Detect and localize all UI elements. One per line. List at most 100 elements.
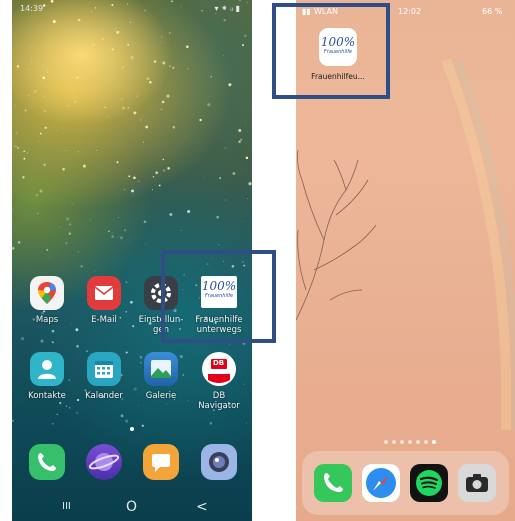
sparkle	[141, 424, 144, 427]
sparkle	[226, 243, 228, 245]
sparkle	[15, 132, 18, 135]
recent-apps-button[interactable]: III	[62, 501, 71, 512]
sparkle	[149, 81, 152, 84]
dock-messages[interactable]	[134, 444, 188, 480]
sparkle	[169, 213, 173, 216]
sparkle	[43, 109, 47, 113]
sparkle	[133, 176, 136, 180]
sparkle	[76, 344, 79, 348]
app-gallery[interactable]: Galerie	[134, 352, 188, 401]
sparkle	[121, 98, 123, 100]
sparkle	[68, 232, 71, 235]
app-email[interactable]: E-Mail	[77, 276, 131, 325]
sparkle	[97, 107, 100, 109]
page-indicator-dot	[416, 440, 420, 444]
sparkle	[140, 119, 142, 121]
gallery-icon	[144, 352, 178, 386]
sparkle	[160, 42, 162, 44]
sparkle	[143, 220, 147, 223]
sparkle	[111, 235, 114, 238]
sparkle	[244, 34, 247, 38]
sparkle	[17, 241, 21, 244]
phone-icon[interactable]	[314, 464, 352, 502]
sparkle	[123, 229, 127, 232]
sparkle	[160, 60, 162, 62]
sparkle	[142, 141, 144, 143]
sparkle	[138, 405, 140, 406]
sparkle	[117, 235, 119, 237]
app-label: Kontakte	[28, 391, 66, 401]
back-button[interactable]: <	[196, 499, 208, 515]
maps-icon	[30, 276, 64, 310]
sparkle	[65, 217, 70, 221]
page-indicator-dot	[400, 440, 404, 444]
sparkle	[120, 414, 124, 418]
app-maps[interactable]: Maps	[20, 276, 74, 325]
sparkle	[28, 68, 30, 70]
sparkle	[131, 189, 134, 193]
sparkle	[145, 243, 146, 245]
sparkle	[245, 75, 247, 77]
status-time: 12:02	[398, 7, 422, 16]
highlight-box-android	[161, 250, 276, 343]
sparkle	[129, 240, 131, 242]
sparkle	[69, 407, 71, 409]
sparkle	[223, 19, 226, 22]
page-indicator-dot	[392, 440, 396, 444]
sparkle	[102, 37, 105, 40]
sparkle	[52, 422, 54, 425]
sparkle	[16, 146, 19, 150]
safari-icon[interactable]	[362, 464, 400, 502]
sparkle	[59, 226, 61, 228]
sparkle	[108, 95, 111, 97]
sparkle	[76, 412, 79, 414]
sparkle	[67, 105, 70, 107]
sparkle	[43, 163, 46, 167]
dock-camera[interactable]	[192, 444, 246, 480]
camera-icon[interactable]	[458, 464, 496, 502]
sparkle	[106, 115, 109, 118]
sparkle	[228, 83, 232, 87]
sparkle	[161, 100, 165, 104]
sparkle	[40, 339, 44, 343]
status-icons: ▾ ⁕ ᵢₗ ▮	[214, 4, 240, 13]
sparkle	[129, 21, 132, 24]
app-contacts[interactable]: Kontakte	[20, 352, 74, 401]
sparkle	[75, 328, 79, 332]
sparkle	[13, 145, 17, 148]
sparkle	[44, 126, 47, 129]
sparkle	[31, 61, 33, 63]
sparkle	[56, 130, 58, 132]
sparkle	[157, 164, 159, 166]
sparkle	[238, 129, 242, 132]
contacts-icon	[30, 352, 64, 386]
android-navigation-bar: III O <	[12, 491, 252, 521]
sparkle	[23, 150, 25, 153]
app-db-navigator[interactable]: DB DB Navigator	[192, 352, 246, 411]
app-calendar[interactable]: Kalender	[77, 352, 131, 401]
sparkle	[204, 176, 206, 178]
sparkle	[12, 208, 13, 211]
sparkle	[222, 55, 224, 57]
sparkle	[23, 157, 26, 160]
sparkle	[29, 46, 31, 48]
dock-browser[interactable]	[77, 444, 131, 480]
sparkle	[39, 189, 43, 193]
home-button[interactable]: O	[126, 499, 137, 515]
sparkle	[224, 147, 226, 149]
spotify-icon[interactable]	[410, 464, 448, 502]
camera-icon	[201, 444, 237, 480]
sparkle	[122, 66, 125, 69]
sparkle	[219, 177, 221, 179]
app-label: Kalender	[85, 391, 123, 401]
sparkle	[82, 429, 84, 430]
sparkle	[59, 401, 62, 405]
sparkle	[72, 203, 74, 205]
sparkle	[245, 156, 249, 160]
dock-phone[interactable]	[20, 444, 74, 480]
sparkle	[185, 45, 189, 49]
sparkle	[33, 89, 37, 93]
sparkle	[116, 30, 120, 34]
sparkle	[82, 87, 84, 89]
sparkle	[104, 106, 106, 109]
